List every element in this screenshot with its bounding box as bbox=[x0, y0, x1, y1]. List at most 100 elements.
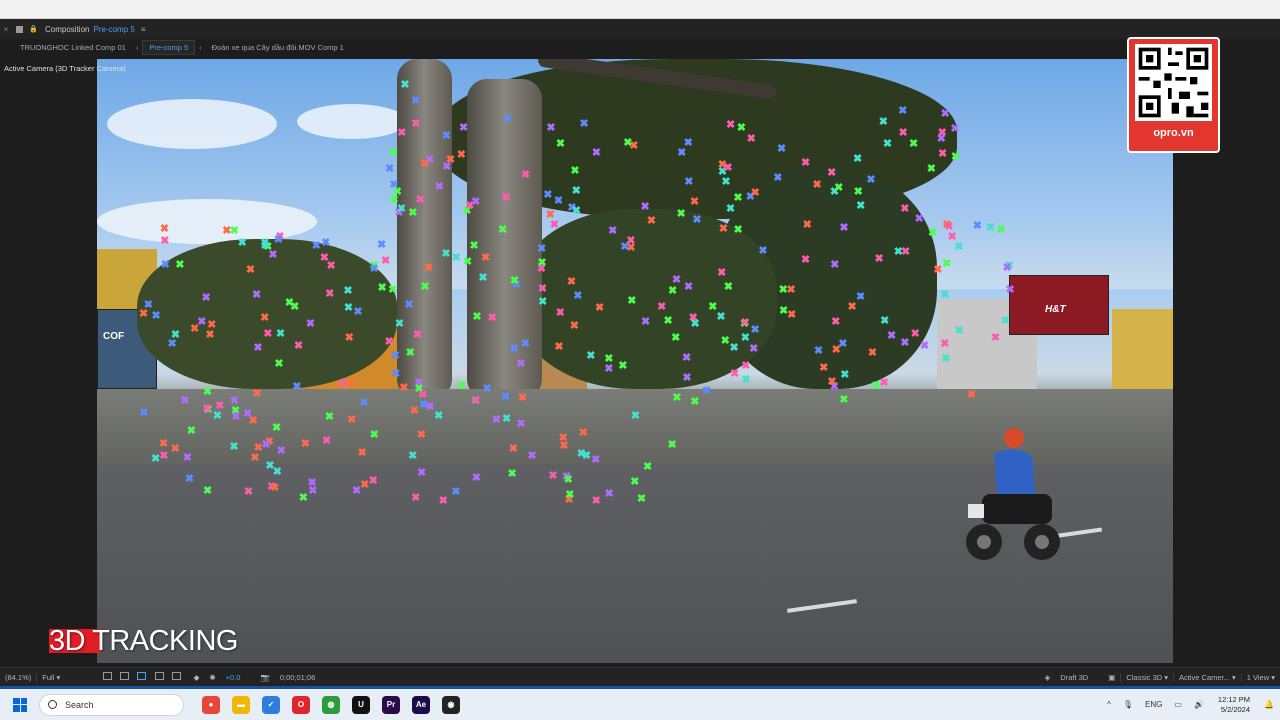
track-point-icon: ✖ bbox=[725, 118, 736, 131]
track-point-icon: ✖ bbox=[595, 302, 605, 315]
panel-menu-icon[interactable]: ≡ bbox=[141, 25, 146, 34]
3d-view-icon[interactable]: ▣ bbox=[1103, 673, 1120, 682]
tab-pre-comp-5[interactable]: Pre-comp 5 bbox=[142, 39, 196, 55]
color-picker-icon[interactable]: ◆ bbox=[189, 673, 205, 682]
tab-video-comp[interactable]: Đoàn xe qua Cây dầu đôi.MOV Comp 1 bbox=[206, 41, 350, 54]
exposure-icon[interactable]: ✺ bbox=[204, 673, 220, 682]
globe-icon[interactable]: ◍ bbox=[322, 695, 340, 714]
track-point-icon: ✖ bbox=[520, 338, 530, 351]
renderer-dropdown[interactable]: Classic 3D ▾ bbox=[1120, 672, 1173, 682]
obs-icon[interactable]: ◉ bbox=[442, 695, 460, 714]
check-icon[interactable]: ✓ bbox=[262, 695, 280, 714]
track-point-icon: ✖ bbox=[827, 376, 837, 389]
video-frame[interactable]: COF H&T ✖ ✖ ✖ ✖ ✖ ✖ ✖ ✖ ✖ ✖ ✖ ✖ ✖ ✖ ✖ ✖ ✖ ✖ ✖ ✖ ✖ ✖ bbox=[97, 59, 1173, 663]
track-point-icon: ✖ bbox=[359, 397, 369, 410]
zoom-dropdown[interactable]: (84.1%) bbox=[0, 673, 36, 682]
composition-label: Composition bbox=[45, 24, 90, 34]
timecode-display[interactable]: 0;00;01;06 bbox=[275, 673, 320, 682]
tracking-title: 3D TRACKING bbox=[49, 625, 238, 657]
track-point-icon: ✖ bbox=[516, 418, 526, 431]
track-point-icon: ✖ bbox=[501, 412, 512, 425]
track-point-icon: ✖ bbox=[996, 223, 1006, 236]
track-point-icon: ✖ bbox=[411, 492, 421, 505]
premiere-icon[interactable]: Pr bbox=[382, 695, 400, 714]
clock[interactable]: 12:12 PM 5/2/2024 bbox=[1210, 695, 1258, 715]
after-effects-icon[interactable]: Ae bbox=[412, 695, 430, 714]
track-point-icon: ✖ bbox=[900, 336, 910, 349]
track-point-icon: ✖ bbox=[175, 259, 185, 272]
close-panel-icon[interactable]: × bbox=[0, 25, 12, 34]
track-point-icon: ✖ bbox=[229, 224, 239, 237]
track-point-icon: ✖ bbox=[579, 118, 589, 130]
track-point-icon: ✖ bbox=[420, 158, 430, 171]
track-point-icon: ✖ bbox=[729, 368, 740, 381]
track-point-icon: ✖ bbox=[950, 151, 961, 164]
track-point-icon: ✖ bbox=[800, 254, 811, 267]
snapshot-icon[interactable]: 📷 bbox=[255, 673, 274, 682]
track-point-icon: ✖ bbox=[537, 283, 548, 296]
track-point-icon: ✖ bbox=[723, 161, 733, 174]
folder-icon[interactable]: ▬ bbox=[232, 695, 250, 714]
track-point-icon: ✖ bbox=[408, 449, 418, 462]
motorbike-rider bbox=[966, 428, 1060, 560]
volume-icon[interactable]: 🔊 bbox=[1188, 700, 1210, 709]
chevron-up-icon[interactable]: ^ bbox=[1101, 700, 1117, 709]
opro-badge: opro.vn bbox=[1127, 37, 1220, 153]
cloud bbox=[297, 104, 407, 139]
resolution-dropdown[interactable]: Full ▾ bbox=[36, 672, 65, 682]
track-point-icon: ✖ bbox=[839, 394, 849, 407]
unreal-icon[interactable]: U bbox=[352, 695, 370, 714]
microphone-icon[interactable]: 🎙 bbox=[1117, 700, 1139, 709]
chrome-icon[interactable]: ● bbox=[202, 695, 220, 714]
region-of-interest-icon[interactable] bbox=[103, 672, 113, 680]
track-point-icon: ✖ bbox=[586, 350, 596, 363]
exposure-value[interactable]: +0.0 bbox=[221, 673, 246, 682]
tab-linked-comp[interactable]: TRUONGHOC Linked Comp 01 bbox=[14, 41, 132, 54]
track-point-icon: ✖ bbox=[300, 438, 310, 451]
view-layout-dropdown[interactable]: 1 View ▾ bbox=[1240, 672, 1280, 682]
taskbar-search[interactable]: Search bbox=[39, 693, 184, 716]
track-point-icon: ✖ bbox=[716, 311, 726, 324]
track-point-icon: ✖ bbox=[368, 475, 378, 488]
track-point-icon: ✖ bbox=[409, 405, 419, 418]
track-point-icon: ✖ bbox=[549, 218, 559, 231]
network-icon[interactable]: ▭ bbox=[1168, 700, 1188, 709]
badge-text: opro.vn bbox=[1153, 127, 1194, 139]
track-point-icon: ✖ bbox=[415, 194, 425, 207]
track-point-icon: ✖ bbox=[167, 337, 177, 350]
notification-icon[interactable]: 🔔 bbox=[1258, 700, 1280, 709]
track-point-icon: ✖ bbox=[701, 385, 712, 398]
camera-dropdown[interactable]: Active Camer... ▾ bbox=[1173, 672, 1241, 682]
track-point-icon: ✖ bbox=[778, 305, 789, 318]
track-point-icon: ✖ bbox=[441, 248, 451, 261]
taskbar-apps: ● ▬ ✓ O ◍ U Pr Ae ◉ bbox=[196, 695, 466, 714]
track-point-icon: ✖ bbox=[570, 164, 580, 177]
track-point-icon: ✖ bbox=[740, 331, 750, 344]
grid-icon[interactable] bbox=[154, 672, 164, 680]
track-point-icon: ✖ bbox=[471, 395, 481, 408]
view-layout-value: 1 View bbox=[1246, 672, 1270, 682]
opera-icon[interactable]: O bbox=[292, 695, 310, 714]
track-point-icon: ✖ bbox=[353, 305, 363, 318]
mask-path-icon[interactable] bbox=[137, 672, 147, 680]
track-point-icon: ✖ bbox=[369, 428, 379, 441]
track-point-icon: ✖ bbox=[683, 281, 694, 294]
track-point-icon: ✖ bbox=[882, 138, 893, 151]
track-point-icon: ✖ bbox=[604, 362, 614, 375]
track-point-icon: ✖ bbox=[487, 311, 497, 324]
shop-sign: H&T bbox=[1045, 304, 1066, 315]
track-point-icon: ✖ bbox=[740, 317, 750, 330]
channel-icon[interactable] bbox=[171, 672, 181, 680]
track-point-icon: ✖ bbox=[623, 136, 633, 149]
lock-icon[interactable]: 🔒 bbox=[29, 25, 39, 33]
language-indicator[interactable]: ENG bbox=[1139, 700, 1168, 709]
track-point-icon: ✖ bbox=[802, 219, 812, 232]
track-point-icon: ✖ bbox=[389, 147, 399, 160]
track-point-icon: ✖ bbox=[591, 494, 601, 507]
track-point-icon: ✖ bbox=[871, 379, 881, 392]
composition-viewer[interactable]: Active Camera (3D Tracker Camera) COF H&… bbox=[0, 55, 1280, 667]
windows-start-icon[interactable] bbox=[13, 697, 27, 712]
transparency-grid-icon[interactable] bbox=[120, 672, 130, 680]
track-point-icon: ✖ bbox=[893, 245, 903, 258]
draft-3d-toggle[interactable]: Draft 3D bbox=[1055, 673, 1093, 682]
